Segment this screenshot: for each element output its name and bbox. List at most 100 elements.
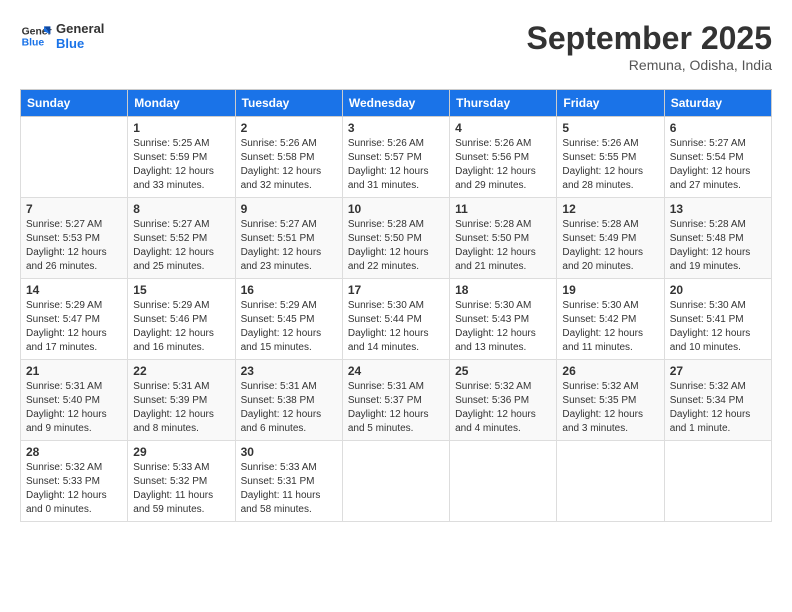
day-info: Sunrise: 5:26 AM Sunset: 5:58 PM Dayligh… — [241, 137, 337, 193]
day-info: Sunrise: 5:29 AM Sunset: 5:46 PM Dayligh… — [133, 299, 229, 355]
calendar-cell: 12 Sunrise: 5:28 AM Sunset: 5:49 PM Dayli… — [557, 198, 664, 279]
calendar-cell — [557, 441, 664, 522]
calendar-cell: 25 Sunrise: 5:32 AM Sunset: 5:36 PM Dayli… — [450, 360, 557, 441]
calendar-cell: 14 Sunrise: 5:29 AM Sunset: 5:47 PM Dayli… — [21, 279, 128, 360]
day-info: Sunrise: 5:27 AM Sunset: 5:54 PM Dayligh… — [670, 137, 766, 193]
day-number: 15 — [133, 283, 229, 297]
calendar-cell: 27 Sunrise: 5:32 AM Sunset: 5:34 PM Dayli… — [664, 360, 771, 441]
location: Remuna, Odisha, India — [527, 57, 772, 73]
day-number: 8 — [133, 202, 229, 216]
day-info: Sunrise: 5:30 AM Sunset: 5:43 PM Dayligh… — [455, 299, 551, 355]
day-number: 14 — [26, 283, 122, 297]
day-info: Sunrise: 5:30 AM Sunset: 5:41 PM Dayligh… — [670, 299, 766, 355]
day-info: Sunrise: 5:26 AM Sunset: 5:56 PM Dayligh… — [455, 137, 551, 193]
day-number: 7 — [26, 202, 122, 216]
week-row-2: 7 Sunrise: 5:27 AM Sunset: 5:53 PM Daylig… — [21, 198, 772, 279]
calendar-cell: 16 Sunrise: 5:29 AM Sunset: 5:45 PM Dayli… — [235, 279, 342, 360]
calendar-cell: 3Sunrise: 5:26 AM Sunset: 5:57 PM Daylig… — [342, 117, 449, 198]
day-info: Sunrise: 5:33 AM Sunset: 5:31 PM Dayligh… — [241, 461, 337, 517]
calendar-cell: 18 Sunrise: 5:30 AM Sunset: 5:43 PM Dayli… — [450, 279, 557, 360]
header-sunday: Sunday — [21, 90, 128, 117]
calendar-header-row: SundayMondayTuesdayWednesdayThursdayFrid… — [21, 90, 772, 117]
day-number: 18 — [455, 283, 551, 297]
day-info: Sunrise: 5:32 AM Sunset: 5:35 PM Dayligh… — [562, 380, 658, 436]
day-number: 4 — [455, 121, 551, 135]
calendar-cell: 2Sunrise: 5:26 AM Sunset: 5:58 PM Daylig… — [235, 117, 342, 198]
calendar-cell: 22 Sunrise: 5:31 AM Sunset: 5:39 PM Dayli… — [128, 360, 235, 441]
calendar-cell: 6 Sunrise: 5:27 AM Sunset: 5:54 PM Daylig… — [664, 117, 771, 198]
day-number: 6 — [670, 121, 766, 135]
day-number: 27 — [670, 364, 766, 378]
day-info: Sunrise: 5:29 AM Sunset: 5:47 PM Dayligh… — [26, 299, 122, 355]
day-info: Sunrise: 5:25 AM Sunset: 5:59 PM Dayligh… — [133, 137, 229, 193]
day-info: Sunrise: 5:27 AM Sunset: 5:53 PM Dayligh… — [26, 218, 122, 274]
calendar-cell: 26 Sunrise: 5:32 AM Sunset: 5:35 PM Dayli… — [557, 360, 664, 441]
header-tuesday: Tuesday — [235, 90, 342, 117]
calendar-cell — [21, 117, 128, 198]
day-info: Sunrise: 5:32 AM Sunset: 5:36 PM Dayligh… — [455, 380, 551, 436]
calendar-cell: 19 Sunrise: 5:30 AM Sunset: 5:42 PM Dayli… — [557, 279, 664, 360]
calendar-cell: 10Sunrise: 5:28 AM Sunset: 5:50 PM Dayli… — [342, 198, 449, 279]
calendar-cell: 21 Sunrise: 5:31 AM Sunset: 5:40 PM Dayli… — [21, 360, 128, 441]
calendar-cell: 7 Sunrise: 5:27 AM Sunset: 5:53 PM Daylig… — [21, 198, 128, 279]
day-info: Sunrise: 5:31 AM Sunset: 5:39 PM Dayligh… — [133, 380, 229, 436]
day-info: Sunrise: 5:33 AM Sunset: 5:32 PM Dayligh… — [133, 461, 229, 517]
day-number: 11 — [455, 202, 551, 216]
day-number: 12 — [562, 202, 658, 216]
day-number: 16 — [241, 283, 337, 297]
day-number: 26 — [562, 364, 658, 378]
calendar-cell: 29Sunrise: 5:33 AM Sunset: 5:32 PM Dayli… — [128, 441, 235, 522]
title-block: September 2025 Remuna, Odisha, India — [527, 20, 772, 73]
calendar-cell: 30Sunrise: 5:33 AM Sunset: 5:31 PM Dayli… — [235, 441, 342, 522]
day-number: 22 — [133, 364, 229, 378]
calendar-cell — [664, 441, 771, 522]
day-info: Sunrise: 5:28 AM Sunset: 5:49 PM Dayligh… — [562, 218, 658, 274]
day-info: Sunrise: 5:31 AM Sunset: 5:40 PM Dayligh… — [26, 380, 122, 436]
day-number: 24 — [348, 364, 444, 378]
calendar-cell: 23Sunrise: 5:31 AM Sunset: 5:38 PM Dayli… — [235, 360, 342, 441]
week-row-3: 14 Sunrise: 5:29 AM Sunset: 5:47 PM Dayli… — [21, 279, 772, 360]
day-number: 3 — [348, 121, 444, 135]
day-number: 9 — [241, 202, 337, 216]
logo-text-general: General — [56, 21, 104, 36]
day-info: Sunrise: 5:27 AM Sunset: 5:52 PM Dayligh… — [133, 218, 229, 274]
day-info: Sunrise: 5:26 AM Sunset: 5:55 PM Dayligh… — [562, 137, 658, 193]
day-number: 10 — [348, 202, 444, 216]
calendar-cell: 11Sunrise: 5:28 AM Sunset: 5:50 PM Dayli… — [450, 198, 557, 279]
header-wednesday: Wednesday — [342, 90, 449, 117]
week-row-4: 21 Sunrise: 5:31 AM Sunset: 5:40 PM Dayli… — [21, 360, 772, 441]
day-info: Sunrise: 5:32 AM Sunset: 5:34 PM Dayligh… — [670, 380, 766, 436]
day-number: 19 — [562, 283, 658, 297]
day-info: Sunrise: 5:29 AM Sunset: 5:45 PM Dayligh… — [241, 299, 337, 355]
day-info: Sunrise: 5:30 AM Sunset: 5:42 PM Dayligh… — [562, 299, 658, 355]
day-info: Sunrise: 5:27 AM Sunset: 5:51 PM Dayligh… — [241, 218, 337, 274]
logo-icon: General Blue — [20, 20, 52, 52]
calendar-table: SundayMondayTuesdayWednesdayThursdayFrid… — [20, 89, 772, 522]
day-number: 5 — [562, 121, 658, 135]
calendar-cell: 17 Sunrise: 5:30 AM Sunset: 5:44 PM Dayli… — [342, 279, 449, 360]
calendar-cell: 5 Sunrise: 5:26 AM Sunset: 5:55 PM Daylig… — [557, 117, 664, 198]
calendar-cell: 20Sunrise: 5:30 AM Sunset: 5:41 PM Dayli… — [664, 279, 771, 360]
header-monday: Monday — [128, 90, 235, 117]
month-title: September 2025 — [527, 20, 772, 57]
day-info: Sunrise: 5:30 AM Sunset: 5:44 PM Dayligh… — [348, 299, 444, 355]
logo-text-blue: Blue — [56, 36, 104, 51]
logo: General Blue General Blue — [20, 20, 104, 52]
calendar-cell: 1 Sunrise: 5:25 AM Sunset: 5:59 PM Daylig… — [128, 117, 235, 198]
calendar-cell: 8 Sunrise: 5:27 AM Sunset: 5:52 PM Daylig… — [128, 198, 235, 279]
week-row-1: 1 Sunrise: 5:25 AM Sunset: 5:59 PM Daylig… — [21, 117, 772, 198]
day-number: 17 — [348, 283, 444, 297]
calendar-cell — [342, 441, 449, 522]
day-info: Sunrise: 5:32 AM Sunset: 5:33 PM Dayligh… — [26, 461, 122, 517]
header-thursday: Thursday — [450, 90, 557, 117]
day-number: 1 — [133, 121, 229, 135]
day-info: Sunrise: 5:28 AM Sunset: 5:48 PM Dayligh… — [670, 218, 766, 274]
page-header: General Blue General Blue September 2025… — [20, 20, 772, 73]
day-number: 21 — [26, 364, 122, 378]
day-number: 28 — [26, 445, 122, 459]
day-number: 25 — [455, 364, 551, 378]
day-number: 23 — [241, 364, 337, 378]
calendar-cell: 24Sunrise: 5:31 AM Sunset: 5:37 PM Dayli… — [342, 360, 449, 441]
svg-text:Blue: Blue — [22, 38, 45, 49]
calendar-cell: 13Sunrise: 5:28 AM Sunset: 5:48 PM Dayli… — [664, 198, 771, 279]
